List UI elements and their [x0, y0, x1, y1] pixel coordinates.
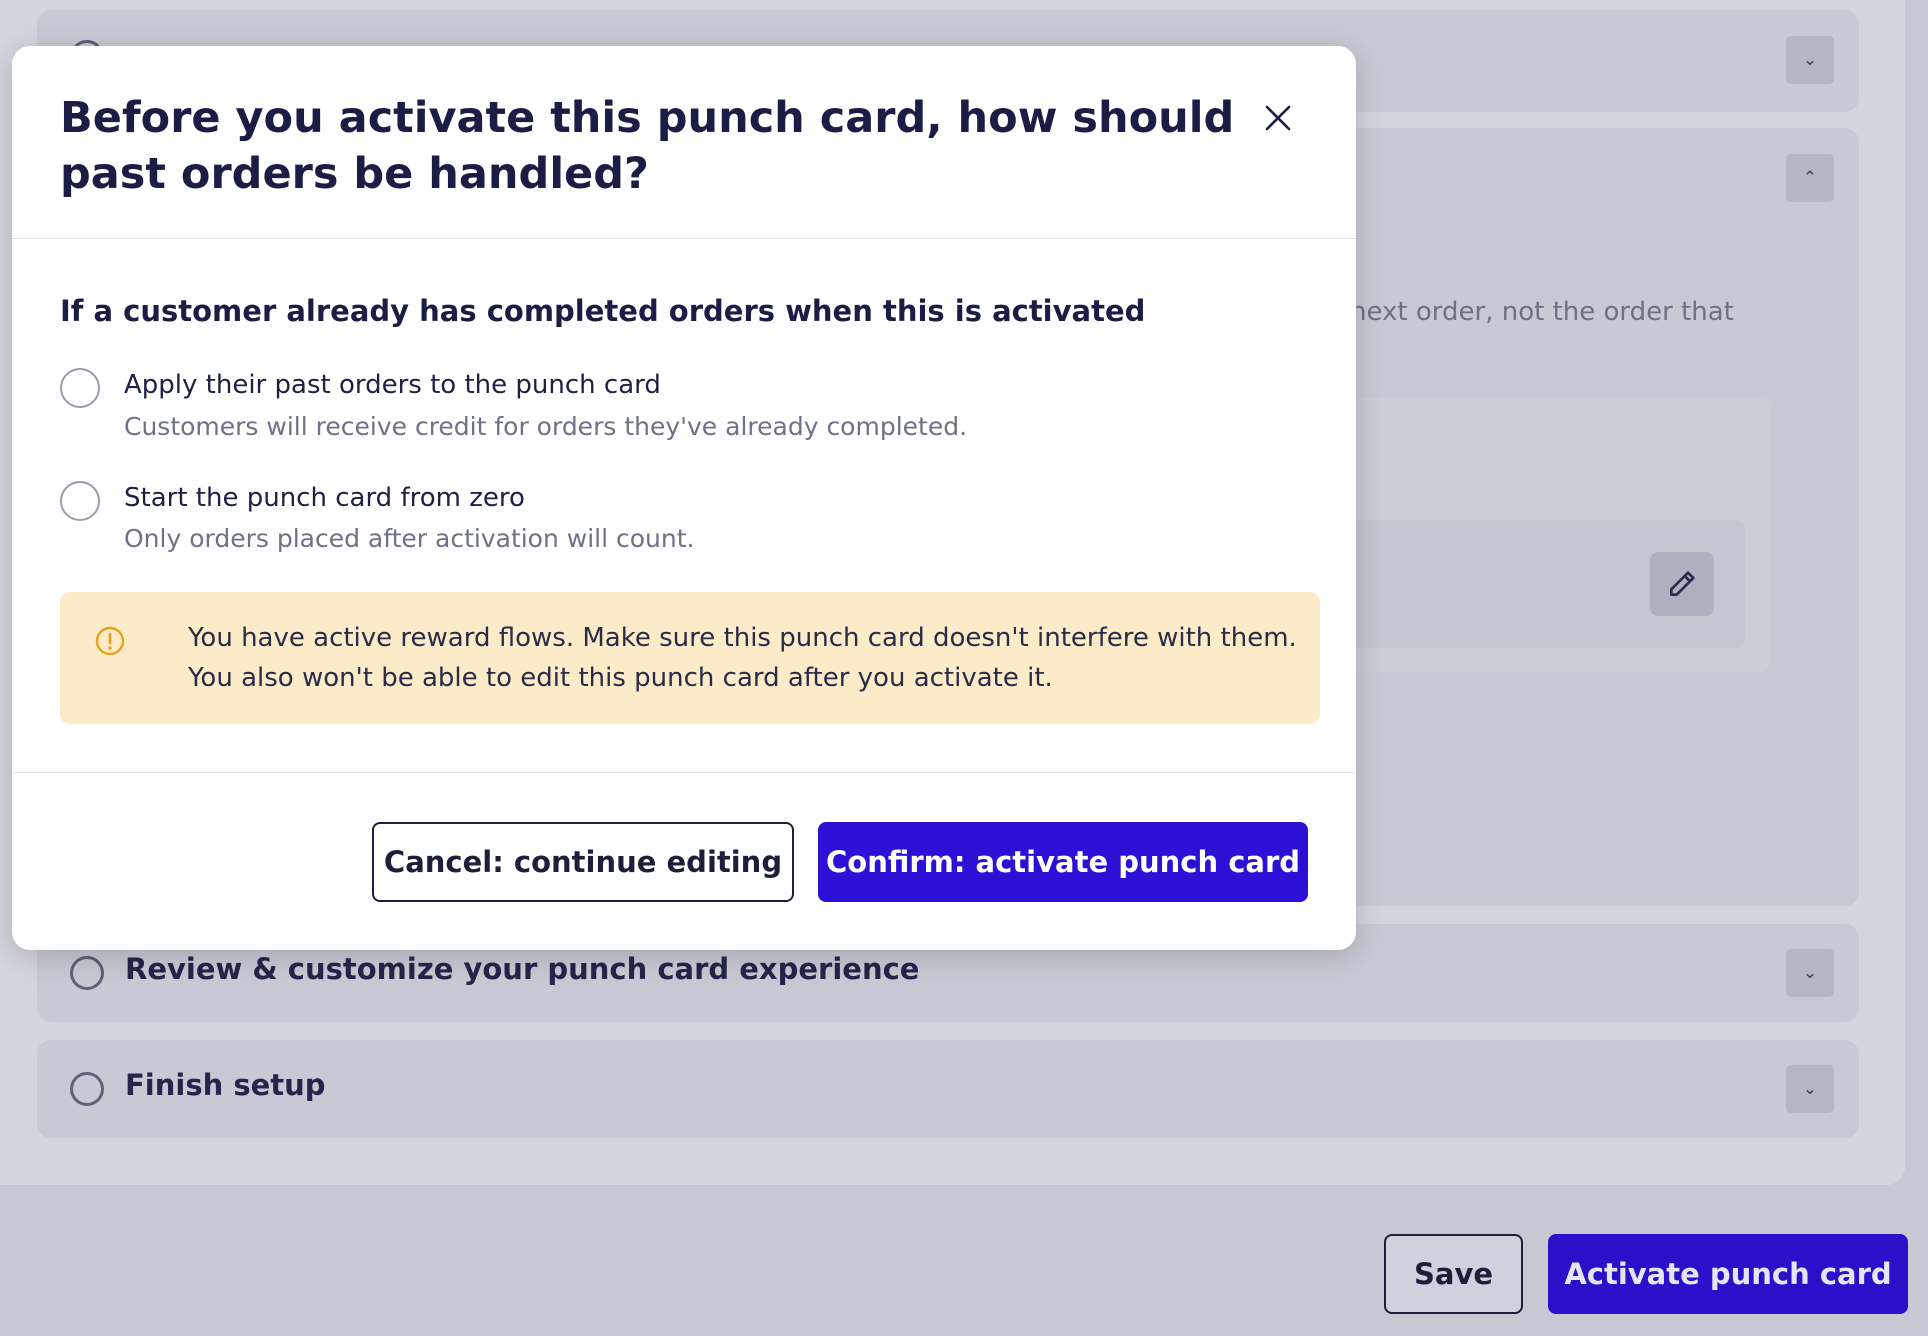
radio-start-from-zero[interactable]	[60, 481, 100, 521]
activation-modal: Before you activate this punch card, how…	[12, 46, 1356, 950]
step-status-circle-icon	[70, 956, 104, 990]
step-finish-setup[interactable]: Finish setup ⌄	[37, 1040, 1859, 1138]
option-description: Customers will receive credit for orders…	[124, 412, 968, 441]
chevron-down-icon[interactable]: ⌄	[1786, 949, 1834, 997]
chevron-down-icon[interactable]: ⌄	[1786, 36, 1834, 84]
warning-icon	[95, 626, 125, 656]
warning-text: You have active reward flows. Make sure …	[188, 623, 1297, 693]
close-button[interactable]	[1258, 98, 1298, 138]
activate-punch-card-button[interactable]: Activate punch card	[1548, 1234, 1908, 1314]
confirm-button[interactable]: Confirm: activate punch card	[818, 822, 1308, 902]
option-label[interactable]: Start the punch card from zero	[124, 483, 525, 513]
step-title: Review & customize your punch card exper…	[125, 952, 920, 986]
chevron-down-icon[interactable]: ⌄	[1786, 1065, 1834, 1113]
radio-apply-past-orders[interactable]	[60, 368, 100, 408]
option-description: Only orders placed after activation will…	[124, 524, 695, 553]
close-icon	[1265, 105, 1291, 131]
modal-title: Before you activate this punch card, how…	[60, 93, 1235, 199]
header-divider	[12, 238, 1356, 239]
cancel-button[interactable]: Cancel: continue editing	[372, 822, 794, 902]
step-description-text: next order, not the order that	[1350, 297, 1734, 327]
save-button[interactable]: Save	[1384, 1234, 1523, 1314]
option-label[interactable]: Apply their past orders to the punch car…	[124, 370, 661, 400]
warning-callout: You have active reward flows. Make sure …	[60, 592, 1320, 724]
chevron-up-icon[interactable]: ⌃	[1786, 154, 1834, 202]
question-label: If a customer already has completed orde…	[60, 294, 1146, 328]
footer-divider	[12, 772, 1356, 773]
step-title: Finish setup	[125, 1068, 326, 1102]
step-status-circle-icon	[70, 1072, 104, 1106]
edit-button[interactable]	[1650, 552, 1714, 616]
pencil-icon	[1670, 571, 1695, 596]
